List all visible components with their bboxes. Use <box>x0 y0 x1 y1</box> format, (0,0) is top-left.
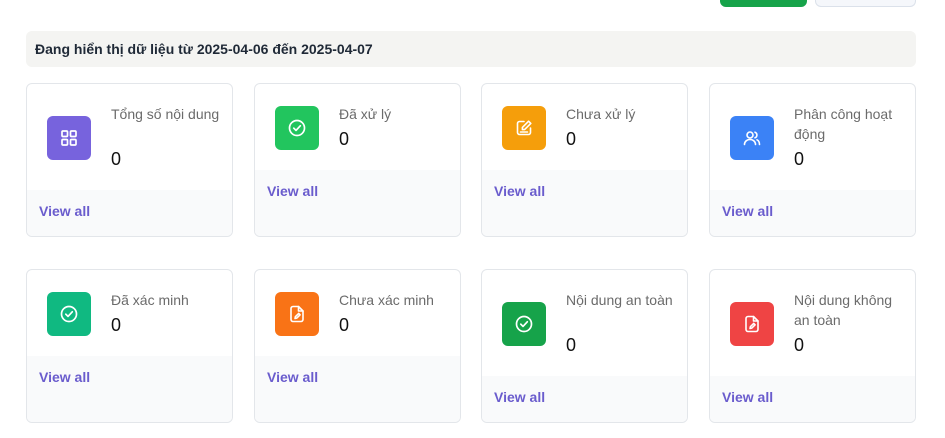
stat-card-processed: Đã xử lý 0 View all <box>254 83 461 237</box>
card-title: Chưa xử lý <box>566 106 636 122</box>
view-all-link[interactable]: View all <box>267 369 318 385</box>
file-edit-icon <box>730 302 774 346</box>
card-count: 0 <box>794 335 805 355</box>
card-footer: View all <box>255 356 460 422</box>
card-count: 0 <box>794 149 805 169</box>
stat-card-unprocessed: Chưa xử lý 0 View all <box>481 83 688 237</box>
check-circle-icon <box>47 292 91 336</box>
view-all-link[interactable]: View all <box>722 389 773 405</box>
date-range-banner: Đang hiển thị dữ liệu từ 2025-04-06 đến … <box>26 31 916 67</box>
top-action-button-primary[interactable] <box>720 0 807 7</box>
file-edit-icon <box>275 292 319 336</box>
stat-card-activity-assignment: Phân công hoạt động 0 View all <box>709 83 916 237</box>
check-circle-icon <box>275 106 319 150</box>
grid-icon <box>47 116 91 160</box>
edit-note-icon <box>502 106 546 150</box>
card-count: 0 <box>111 149 122 169</box>
view-all-link[interactable]: View all <box>722 203 773 219</box>
card-count: 0 <box>339 129 350 149</box>
stat-card-verified: Đã xác minh 0 View all <box>26 269 233 423</box>
card-footer: View all <box>710 190 915 236</box>
card-count: 0 <box>566 335 577 355</box>
stat-card-unverified: Chưa xác minh 0 View all <box>254 269 461 423</box>
card-title: Chưa xác minh <box>339 292 434 308</box>
card-title: Đã xác minh <box>111 292 189 308</box>
view-all-link[interactable]: View all <box>494 183 545 199</box>
view-all-link[interactable]: View all <box>494 389 545 405</box>
card-footer: View all <box>482 376 687 422</box>
card-count: 0 <box>339 315 350 335</box>
card-count: 0 <box>566 129 577 149</box>
top-action-button-secondary[interactable] <box>815 0 916 7</box>
card-title: Nội dung an toàn <box>566 292 673 308</box>
view-all-link[interactable]: View all <box>39 369 90 385</box>
view-all-link[interactable]: View all <box>39 203 90 219</box>
card-title: Tổng số nội dung <box>111 106 220 122</box>
stat-card-unsafe-content: Nội dung không an toàn 0 View all <box>709 269 916 423</box>
card-footer: View all <box>27 356 232 422</box>
card-footer: View all <box>710 376 915 422</box>
stat-card-safe-content: Nội dung an toàn 0 View all <box>481 269 688 423</box>
stat-card-total-content: Tổng số nội dung 0 View all <box>26 83 233 237</box>
check-circle-icon <box>502 302 546 346</box>
view-all-link[interactable]: View all <box>267 183 318 199</box>
card-footer: View all <box>255 170 460 236</box>
card-count: 0 <box>111 315 122 335</box>
users-icon <box>730 116 774 160</box>
card-title: Nội dung không an toàn <box>794 292 893 328</box>
card-title: Phân công hoạt động <box>794 106 893 142</box>
card-footer: View all <box>27 190 232 236</box>
card-title: Đã xử lý <box>339 106 392 122</box>
card-footer: View all <box>482 170 687 236</box>
